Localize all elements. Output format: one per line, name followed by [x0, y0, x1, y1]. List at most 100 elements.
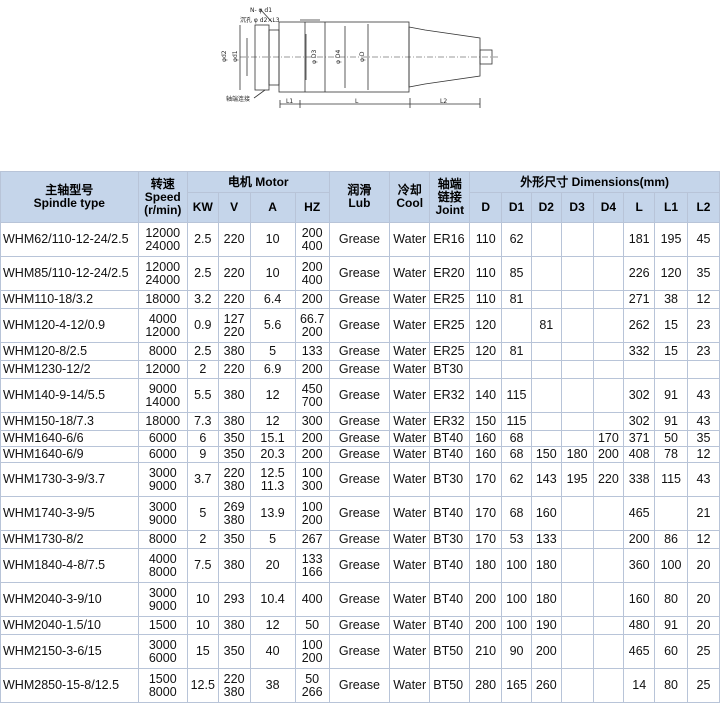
cell-lub: Grease: [328, 582, 391, 617]
cell-dim-l1: 15: [654, 342, 688, 361]
header-dim-l2: L2: [686, 192, 720, 223]
cell-dim-d2: [530, 256, 562, 291]
cell-line: 350: [223, 447, 245, 461]
cell-line: 12: [265, 388, 280, 402]
cell-dim-d: 180: [469, 548, 503, 583]
cell-voltage: 380: [217, 342, 251, 361]
cell-dim-l: 360: [623, 548, 656, 583]
cell-line: 266: [301, 684, 323, 699]
cell-line: 220: [223, 465, 245, 480]
cell-dim-d: 160: [469, 446, 503, 463]
cell-model: WHM62/110-12-24/2.5: [0, 222, 139, 257]
header-a: A: [249, 192, 296, 223]
cell-joint: ER16: [429, 222, 471, 257]
cell-kw: 15: [186, 634, 219, 669]
label-phi-d4: φ D4: [335, 50, 342, 64]
cell-line: 200: [301, 225, 323, 240]
cell-dim-d2: 260: [530, 668, 562, 703]
cell-dim-d3: [560, 290, 594, 309]
cell-dim-d4: 220: [592, 462, 625, 497]
cell-model: WHM120-8/2.5: [0, 342, 139, 361]
cell-line: 380: [223, 478, 245, 493]
cell-lub: Grease: [328, 496, 391, 531]
cell-line: 1500: [148, 671, 177, 686]
cell-dim-d3: 195: [560, 462, 594, 497]
cell-line: 133: [301, 344, 323, 358]
cell-speed: 3000 9000: [137, 496, 188, 531]
cell-dim-l: 262: [623, 308, 656, 343]
cell-cool: Water: [389, 378, 431, 413]
label-shaft-end: 轴端连接: [226, 95, 250, 103]
cell-voltage: 220 380: [217, 668, 251, 703]
cell-dim-l1: 100: [654, 548, 688, 583]
cell-dim-d3: 180: [560, 446, 594, 463]
cell-dim-d1: 100: [501, 582, 532, 617]
cell-dim-d4: [592, 378, 625, 413]
cell-line: 220: [223, 232, 245, 246]
cell-dim-d2: [530, 412, 562, 431]
header-dim-d4: D4: [592, 192, 625, 223]
table-row: WHM85/110-12-24/2.5 12000 24000 2.5 220 10 200…: [0, 256, 720, 291]
cell-line: 350: [223, 532, 245, 546]
cell-dim-l: 160: [623, 582, 656, 617]
cell-current: 10: [249, 256, 296, 291]
cell-dim-d: 120: [469, 342, 503, 361]
cell-lub: Grease: [328, 378, 391, 413]
cell-line: 380: [223, 344, 245, 358]
cell-voltage: 380: [217, 412, 251, 431]
header-speed: 转速 Speed (r/min): [137, 171, 188, 223]
cell-frequency: 200: [294, 290, 330, 309]
cell-line: 400: [301, 592, 323, 606]
cell-dim-l2: 20: [686, 616, 720, 635]
cell-kw: 5: [186, 496, 219, 531]
cell-lub: Grease: [328, 616, 391, 635]
cell-line: 8000: [148, 564, 177, 579]
cell-voltage: 380: [217, 616, 251, 635]
cell-cool: Water: [389, 530, 431, 549]
cell-cool: Water: [389, 668, 431, 703]
cell-joint: ER32: [429, 412, 471, 431]
cell-lub: Grease: [328, 430, 391, 447]
cell-line: 5: [269, 532, 277, 546]
cell-dim-d3: [560, 256, 594, 291]
cell-current: 12: [249, 412, 296, 431]
cell-dim-d2: [530, 430, 562, 447]
cell-kw: 6: [186, 430, 219, 447]
cell-line: 8000: [148, 532, 177, 546]
cell-speed: 8000: [137, 342, 188, 361]
cell-dim-l1: 78: [654, 446, 688, 463]
cell-dim-d2: 143: [530, 462, 562, 497]
cell-dim-l1: 91: [654, 412, 688, 431]
cell-current: 12: [249, 378, 296, 413]
cell-dim-l2: 25: [686, 668, 720, 703]
cell-dim-d1: 115: [501, 378, 532, 413]
cell-cool: Water: [389, 616, 431, 635]
cell-cool: Water: [389, 412, 431, 431]
cell-dim-l1: 60: [654, 634, 688, 669]
cell-current: 12.5 11.3: [249, 462, 296, 497]
cell-cool: Water: [389, 462, 431, 497]
cell-dim-l: 338: [623, 462, 656, 497]
cell-speed: 12000 24000: [137, 222, 188, 257]
cell-dim-l: 14: [623, 668, 656, 703]
cell-joint: BT40: [429, 496, 471, 531]
cell-line: 300: [301, 478, 323, 493]
cell-dim-d4: [592, 548, 625, 583]
cell-model: WHM120-4-12/0.9: [0, 308, 139, 343]
cell-voltage: 350: [217, 530, 251, 549]
cell-line: 293: [223, 592, 245, 606]
cell-current: 38: [249, 668, 296, 703]
cell-lub: Grease: [328, 634, 391, 669]
cell-dim-d4: 200: [592, 446, 625, 463]
cell-line: 66.7: [299, 311, 325, 326]
cell-current: 15.1: [249, 430, 296, 447]
cell-line: 200: [301, 650, 323, 665]
cell-line: 6000: [148, 650, 177, 665]
cell-lub: Grease: [328, 462, 391, 497]
cell-dim-d1: 68: [501, 430, 532, 447]
cell-dim-d4: [592, 412, 625, 431]
cell-voltage: 220 380: [217, 462, 251, 497]
cell-dim-d1: 68: [501, 446, 532, 463]
cell-kw: 3.7: [186, 462, 219, 497]
cell-speed: 18000: [137, 290, 188, 309]
